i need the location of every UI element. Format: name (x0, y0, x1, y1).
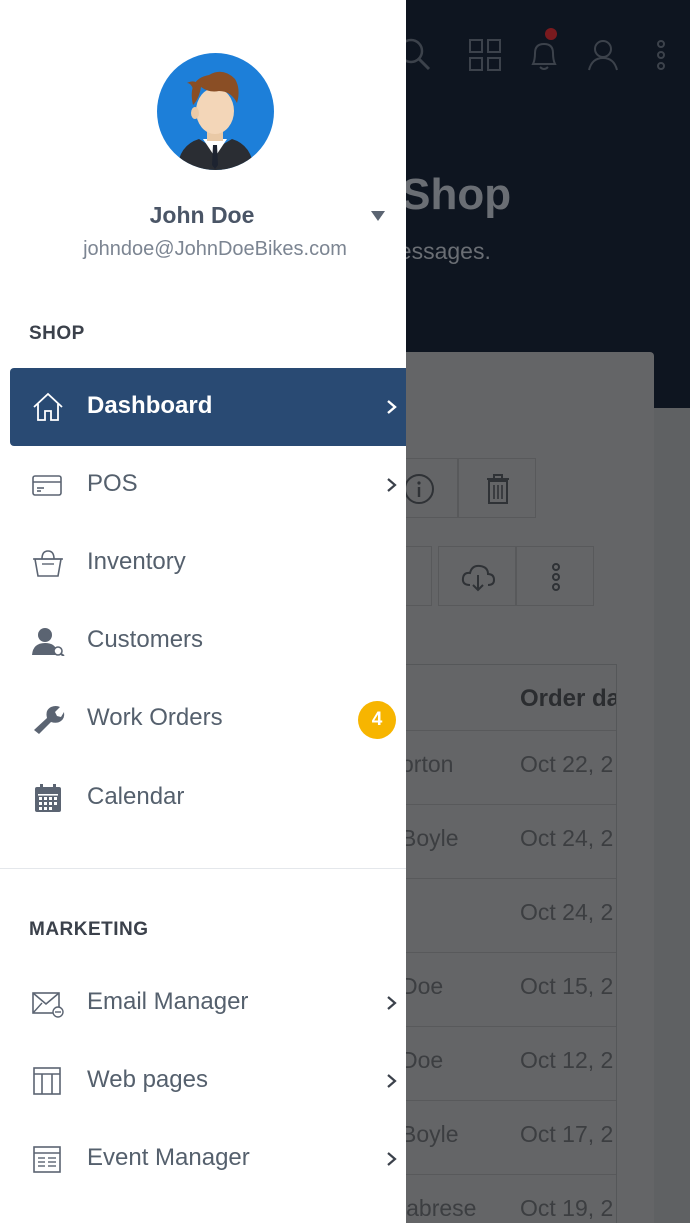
trash-icon (487, 474, 509, 504)
user-menu-caret-icon[interactable] (371, 211, 385, 221)
nav-label: Email Manager (87, 988, 249, 1015)
nav-drawer: John Doe johndoe@JohnDoeBikes.com SHOP D… (0, 0, 406, 1223)
apps-grid-icon[interactable] (466, 36, 504, 74)
nav-label: POS (87, 470, 138, 497)
user-email: johndoe@JohnDoeBikes.com (83, 238, 347, 260)
customer-icon (32, 628, 65, 656)
email-icon (32, 992, 64, 1018)
section-label-shop: SHOP (29, 323, 85, 344)
delete-button[interactable] (458, 458, 536, 518)
customer-cell: Doe (401, 973, 444, 999)
column-header-order-date: Order da (520, 685, 617, 712)
work-orders-count-badge: 4 (358, 701, 396, 739)
more-vertical-icon (552, 563, 560, 591)
customer-cell: Boyle (401, 1121, 459, 1147)
more-options-button[interactable] (516, 546, 594, 606)
date-cell: Oct 22, 2 (520, 751, 614, 777)
chevron-right-icon (387, 1152, 397, 1166)
nav-item-web-pages[interactable]: Web pages (10, 1042, 406, 1120)
credit-card-icon (32, 475, 62, 496)
notification-dot (545, 28, 557, 40)
section-label-marketing: MARKETING (29, 919, 149, 940)
customer-cell: labrese (401, 1195, 477, 1221)
nav-label: Customers (87, 626, 204, 653)
date-cell: Oct 15, 2 (520, 973, 614, 999)
calendar-icon (35, 784, 61, 812)
cloud-download-icon (461, 564, 496, 592)
download-button[interactable] (438, 546, 516, 606)
avatar-illustration (177, 71, 254, 170)
nav-item-customers[interactable]: Customers (10, 602, 406, 680)
date-cell: Oct 24, 2 (520, 899, 614, 925)
avatar[interactable] (157, 53, 274, 170)
section-divider (0, 868, 406, 869)
date-cell: Oct 17, 2 (520, 1121, 614, 1147)
nav-label: Event Manager (87, 1144, 250, 1171)
nav-item-work-orders[interactable]: Work Orders 4 (10, 680, 406, 758)
more-vertical-icon[interactable] (642, 36, 680, 74)
date-cell: Oct 12, 2 (520, 1047, 614, 1073)
chevron-right-icon (387, 1074, 397, 1088)
user-name: John Doe (149, 202, 255, 228)
nav-item-pos[interactable]: POS (10, 446, 406, 524)
chevron-right-icon (387, 400, 397, 414)
bell-icon[interactable] (525, 36, 563, 74)
date-cell: Oct 19, 2 (520, 1195, 614, 1221)
nav-label: Work Orders (87, 704, 223, 731)
user-icon[interactable] (584, 36, 622, 74)
nav-label: Inventory (87, 548, 186, 575)
nav-label: Dashboard (87, 392, 213, 419)
web-page-icon (33, 1067, 61, 1095)
home-icon (33, 392, 63, 421)
event-list-icon (33, 1146, 61, 1173)
nav-item-calendar[interactable]: Calendar (10, 759, 406, 837)
nav-item-event-manager[interactable]: Event Manager (10, 1120, 406, 1198)
basket-icon (33, 550, 63, 577)
wrench-icon (34, 706, 65, 734)
nav-label: Calendar (87, 783, 185, 810)
nav-item-inventory[interactable]: Inventory (10, 524, 406, 602)
nav-item-dashboard[interactable]: Dashboard (10, 368, 406, 446)
chevron-right-icon (387, 478, 397, 492)
date-cell: Oct 24, 2 (520, 825, 614, 851)
customer-cell: Boyle (401, 825, 459, 851)
chevron-right-icon (387, 996, 397, 1010)
info-icon (404, 474, 434, 504)
nav-label: Web pages (87, 1066, 208, 1093)
customer-cell: orton (401, 751, 454, 777)
customer-cell: Doe (401, 1047, 444, 1073)
nav-item-email-manager[interactable]: Email Manager (10, 964, 406, 1042)
